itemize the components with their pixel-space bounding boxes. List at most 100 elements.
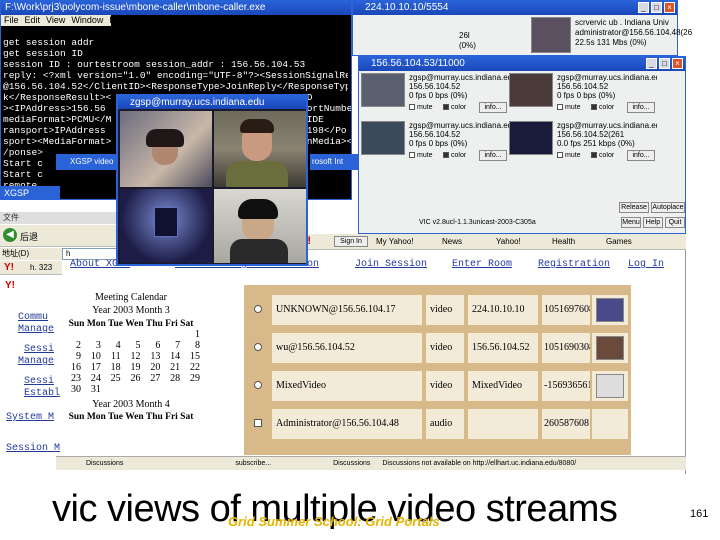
status-taskbar-item[interactable]: subscribe... bbox=[235, 460, 271, 467]
yahoo-link-health[interactable]: Health bbox=[552, 237, 575, 246]
calendar-day[interactable]: 13 bbox=[141, 351, 160, 362]
calendar-day[interactable]: 16 bbox=[62, 362, 81, 373]
info-button[interactable]: info... bbox=[479, 150, 507, 161]
nav-join-session[interactable]: Join Session bbox=[355, 259, 427, 270]
nav-enter-room[interactable]: Enter Room bbox=[452, 259, 512, 270]
calendar-day[interactable]: 12 bbox=[121, 351, 140, 362]
menu-view[interactable]: View bbox=[46, 15, 65, 25]
yahoo-link-my[interactable]: My Yahoo! bbox=[376, 237, 414, 246]
info-button[interactable]: info... bbox=[479, 102, 507, 113]
calendar-day[interactable]: 2 bbox=[62, 340, 81, 351]
video-thumbnail[interactable] bbox=[361, 73, 405, 107]
calendar-day[interactable]: 14 bbox=[161, 351, 180, 362]
sidebar-item-7[interactable]: System M bbox=[6, 412, 54, 423]
video-thumbnail[interactable] bbox=[531, 17, 571, 53]
status-discussions-2[interactable]: Discussions bbox=[333, 460, 370, 467]
calendar-day[interactable]: 25 bbox=[102, 373, 121, 384]
close-icon[interactable]: × bbox=[672, 58, 683, 69]
calendar-day[interactable]: 29 bbox=[181, 373, 200, 384]
video-thumbnail[interactable] bbox=[509, 73, 553, 107]
menu-help[interactable]: Help bbox=[109, 15, 111, 25]
maximize-icon[interactable]: □ bbox=[651, 2, 662, 13]
select-radio[interactable] bbox=[254, 343, 262, 351]
minimize-icon[interactable]: _ bbox=[646, 58, 657, 69]
autoplace-button[interactable]: Autoplace bbox=[651, 202, 685, 213]
sidebar-item-4[interactable]: Manage bbox=[18, 356, 54, 367]
color-checkbox[interactable]: color bbox=[443, 104, 466, 111]
minimize-icon[interactable]: _ bbox=[638, 2, 649, 13]
video-stream-1[interactable] bbox=[120, 111, 212, 187]
calendar-day[interactable]: 11 bbox=[102, 351, 121, 362]
info-button[interactable]: info... bbox=[627, 150, 655, 161]
calendar-day[interactable]: 10 bbox=[82, 351, 101, 362]
select-checkbox[interactable] bbox=[254, 419, 262, 427]
select-radio[interactable] bbox=[254, 381, 262, 389]
sidebar-item-3[interactable]: Sessi bbox=[24, 344, 54, 355]
calendar-day[interactable]: 8 bbox=[181, 340, 200, 351]
video-thumbnail[interactable] bbox=[361, 121, 405, 155]
menu-button[interactable]: Menu bbox=[621, 217, 641, 228]
mute-checkbox[interactable]: mute bbox=[557, 104, 581, 111]
calendar-day[interactable]: 28 bbox=[161, 373, 180, 384]
video-thumbnail[interactable] bbox=[596, 374, 624, 398]
menu-file[interactable]: File bbox=[4, 15, 19, 25]
color-checkbox[interactable]: color bbox=[443, 152, 466, 159]
calendar-day[interactable]: 4 bbox=[102, 340, 121, 351]
calendar-day[interactable]: 17 bbox=[82, 362, 101, 373]
calendar-day[interactable]: 6 bbox=[141, 340, 160, 351]
video-thumbnail[interactable] bbox=[596, 336, 624, 360]
back-button-label[interactable]: 后退 bbox=[20, 230, 38, 243]
calendar-day[interactable]: 20 bbox=[141, 362, 160, 373]
calendar-day[interactable]: 5 bbox=[121, 340, 140, 351]
calendar-day[interactable]: 15 bbox=[181, 351, 200, 362]
yahoo-link-news[interactable]: News bbox=[442, 237, 462, 246]
status-discussions[interactable]: Discussions bbox=[86, 460, 123, 467]
close-icon[interactable]: × bbox=[664, 2, 675, 13]
calendar-day[interactable]: 26 bbox=[121, 373, 140, 384]
nav-registration[interactable]: Registration bbox=[538, 259, 610, 270]
quit-button[interactable]: Quit bbox=[665, 217, 685, 228]
yahoo-logo-icon[interactable]: Y! bbox=[4, 262, 14, 273]
mute-checkbox[interactable]: mute bbox=[557, 152, 581, 159]
sidebar-item-2[interactable]: Manage bbox=[18, 324, 54, 335]
maximize-icon[interactable]: □ bbox=[659, 58, 670, 69]
calendar-day[interactable]: 1 bbox=[181, 329, 200, 340]
calendar-day[interactable]: 27 bbox=[141, 373, 160, 384]
calendar-day[interactable]: 7 bbox=[161, 340, 180, 351]
sidebar-y-icon[interactable]: Y! bbox=[5, 280, 15, 291]
video-stream-2[interactable] bbox=[214, 111, 306, 187]
calendar-day[interactable]: 30 bbox=[62, 384, 81, 395]
color-checkbox[interactable]: color bbox=[591, 104, 614, 111]
calendar-day[interactable]: 19 bbox=[121, 362, 140, 373]
select-radio[interactable] bbox=[254, 305, 262, 313]
release-button[interactable]: Release bbox=[619, 202, 649, 213]
yahoo-link-games[interactable]: Games bbox=[606, 237, 632, 246]
calendar-day[interactable]: 24 bbox=[82, 373, 101, 384]
sidebar-item-6[interactable]: Establ bbox=[24, 388, 60, 399]
sidebar-item-5[interactable]: Sessi bbox=[24, 376, 54, 387]
video-stream-4[interactable] bbox=[214, 189, 306, 263]
sidebar-item-8[interactable]: Session M bbox=[6, 443, 60, 454]
help-button[interactable]: Help bbox=[643, 217, 663, 228]
info-button[interactable]: info... bbox=[627, 102, 655, 113]
video-thumbnail[interactable] bbox=[509, 121, 553, 155]
calendar-day[interactable]: 23 bbox=[62, 373, 81, 384]
calendar-day[interactable]: 9 bbox=[62, 351, 81, 362]
mute-checkbox[interactable]: mute bbox=[409, 104, 433, 111]
calendar-day[interactable]: 3 bbox=[82, 340, 101, 351]
video-thumbnail[interactable] bbox=[596, 298, 624, 322]
calendar-day[interactable]: 22 bbox=[181, 362, 200, 373]
back-arrow-icon[interactable]: ◀ bbox=[3, 228, 17, 242]
nav-login[interactable]: Log In bbox=[628, 259, 664, 270]
calendar-day[interactable]: 31 bbox=[82, 384, 101, 395]
calendar-day[interactable]: 18 bbox=[102, 362, 121, 373]
color-checkbox[interactable]: color bbox=[591, 152, 614, 159]
menu-edit[interactable]: Edit bbox=[25, 15, 41, 25]
video-stream-3[interactable] bbox=[120, 189, 212, 263]
mute-checkbox[interactable]: mute bbox=[409, 152, 433, 159]
yahoo-link-yahoo[interactable]: Yahoo! bbox=[496, 237, 521, 246]
menu-window[interactable]: Window bbox=[71, 15, 103, 25]
calendar-day[interactable]: 21 bbox=[161, 362, 180, 373]
sidebar-item-1[interactable]: Commu bbox=[18, 312, 48, 323]
sign-in-button[interactable]: Sign In bbox=[334, 236, 368, 247]
